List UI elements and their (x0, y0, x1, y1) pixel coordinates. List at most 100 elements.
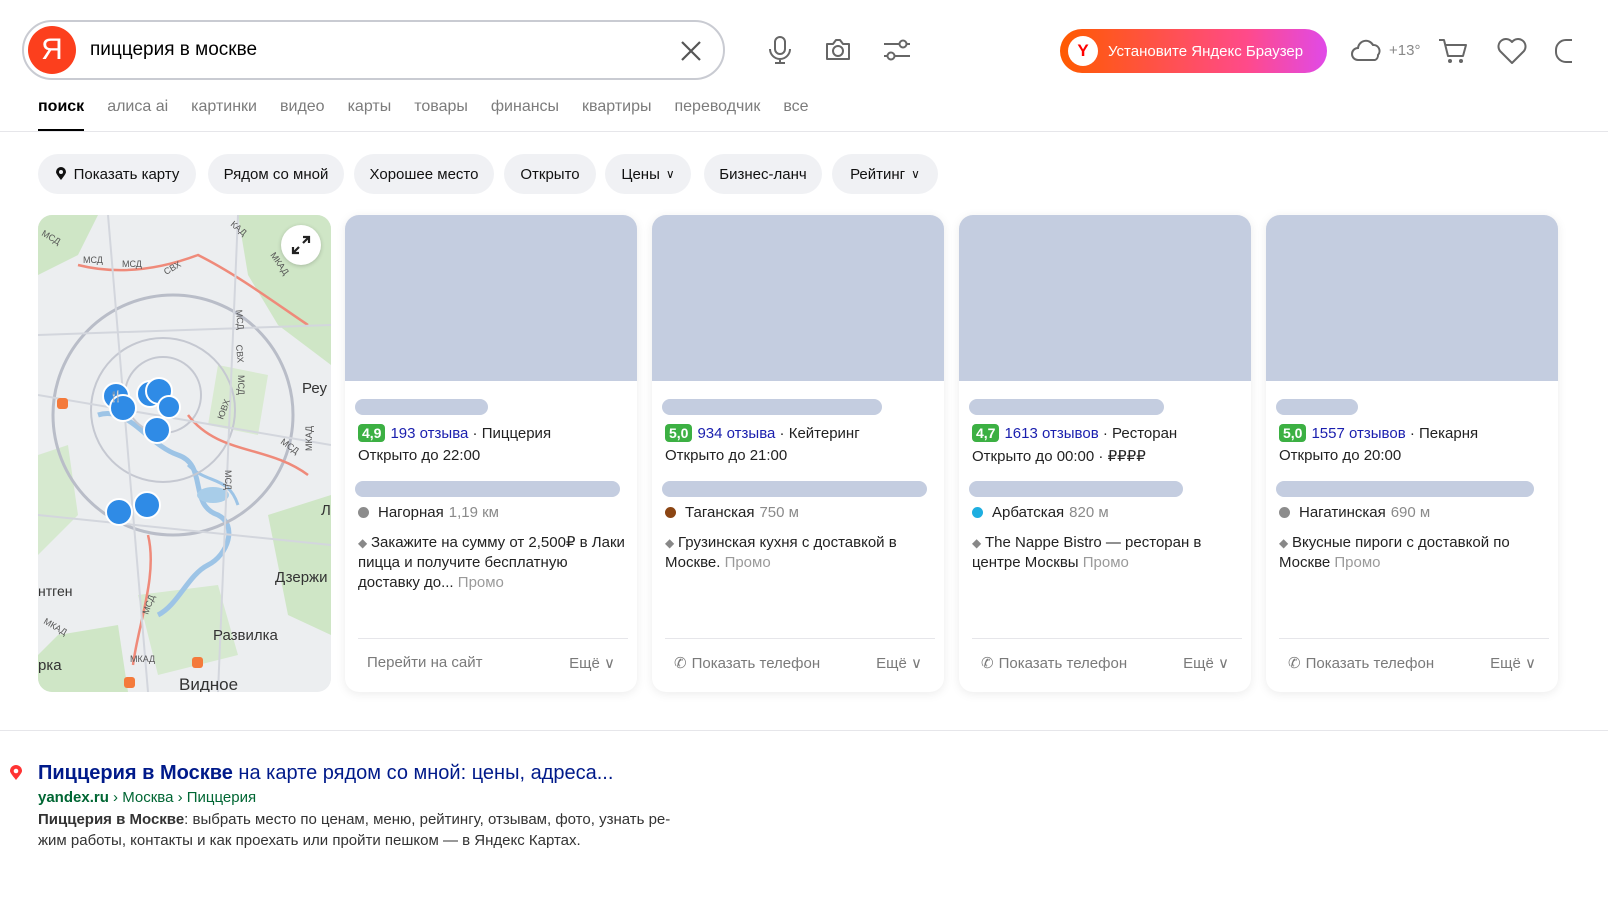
filter-nearby[interactable]: Рядом со мной (208, 154, 344, 194)
clear-icon[interactable] (678, 38, 704, 64)
show-phone-button[interactable]: ✆ Показать телефон (1288, 654, 1435, 673)
more-button[interactable]: Ещё ∨ (1183, 654, 1229, 672)
cart-icon[interactable] (1437, 36, 1469, 66)
heart-icon[interactable] (1496, 36, 1528, 66)
show-phone-button[interactable]: ✆ Показать телефон (674, 654, 820, 673)
metro-distance: 820 м (1069, 504, 1109, 521)
result-url[interactable]: yandex.ru › Москва › Пиццерия (38, 789, 256, 806)
map-label: МКАД (130, 654, 155, 664)
chevron-down-icon: ∨ (911, 167, 920, 181)
result-domain[interactable]: yandex.ru (38, 789, 109, 806)
tab-video[interactable]: видео (280, 98, 325, 131)
promo-text[interactable]: ◆ The Nappe Bistro — ресторан в центре Мо… (972, 533, 1240, 573)
filter-label: Бизнес-ланч (719, 165, 807, 183)
tab-translator[interactable]: переводчик (674, 98, 760, 131)
go-to-site-button[interactable]: Перейти на сайт (367, 654, 483, 671)
search-input[interactable]: пиццерия в москве (90, 39, 257, 61)
reviews-link[interactable]: 1613 отзывов (1004, 425, 1098, 442)
place-photo[interactable] (652, 215, 944, 381)
more-button[interactable]: Ещё ∨ (1490, 654, 1536, 672)
install-browser-button[interactable]: Y Установите Яндекс Браузер (1060, 29, 1327, 73)
yandex-logo[interactable]: Я (28, 26, 76, 74)
tab-products[interactable]: товары (414, 98, 468, 131)
reviews-link[interactable]: 1557 отзывов (1311, 425, 1405, 442)
tab-finance[interactable]: финансы (491, 98, 559, 131)
weather-temperature[interactable]: +13° (1389, 42, 1420, 59)
filter-prices[interactable]: Цены ∨ (605, 154, 691, 194)
rating-badge: 5,0 (1279, 424, 1307, 442)
tag-icon: ◆ (665, 536, 675, 550)
place-photo[interactable] (1266, 215, 1558, 381)
more-button[interactable]: Ещё ∨ (569, 654, 615, 672)
metro-name: Таганская (685, 504, 755, 521)
action-label: Показать телефон (998, 654, 1128, 672)
place-card[interactable]: 4,7 1613 отзывов · Ресторан Открыто до 00… (959, 215, 1251, 692)
metro-line-icon (358, 507, 369, 518)
place-photo[interactable] (959, 215, 1251, 381)
microphone-icon[interactable] (764, 34, 796, 66)
promo-text[interactable]: ◆ Вкусные пироги с доставкой по Москве Пр… (1279, 533, 1547, 573)
reviews-link[interactable]: 193 отзыва (390, 425, 468, 442)
promo-label: Промо (457, 574, 504, 591)
title-placeholder (355, 399, 488, 415)
place-photo[interactable] (345, 215, 637, 381)
filter-rating[interactable]: Рейтинг ∨ (832, 154, 938, 194)
card-divider (665, 638, 935, 639)
profile-icon[interactable] (1552, 36, 1572, 66)
opening-hours: Открыто до 22:00 (358, 447, 481, 464)
tab-maps[interactable]: карты (348, 98, 392, 131)
metro-line-icon (972, 507, 983, 518)
promo-text[interactable]: ◆ Грузинская кухня с доставкой в Москве. … (665, 533, 933, 573)
metro-name: Нагорная (378, 504, 444, 521)
rating-badge: 5,0 (665, 424, 693, 442)
filter-business-lunch[interactable]: Бизнес-ланч (704, 154, 822, 194)
result-path[interactable]: › Москва › Пиццерия (109, 789, 256, 806)
promo-label: Промо (724, 554, 771, 571)
tab-search[interactable]: поиск (38, 98, 85, 131)
tab-all[interactable]: все (783, 98, 808, 131)
promo-text[interactable]: ◆ Закажите на сумму от 2,500₽ в Лаки пицц… (358, 533, 626, 593)
tag-icon: ◆ (972, 536, 982, 550)
tab-apartments[interactable]: квартиры (582, 98, 651, 131)
tab-alice[interactable]: алиса ai (107, 98, 168, 131)
place-card[interactable]: 5,0 934 отзыва · Кейтеринг Открыто до 21:… (652, 215, 944, 692)
place-card[interactable]: 4,9 193 отзыва · Пиццерия Открыто до 22:0… (345, 215, 637, 692)
metro-info: Арбатская 820 м (972, 504, 1109, 521)
tab-images[interactable]: картинки (191, 98, 257, 131)
place-category: Кейтеринг (788, 425, 860, 442)
search-box[interactable]: Я пиццерия в москве (22, 20, 725, 80)
map-label: рка (38, 657, 62, 674)
cloud-icon[interactable] (1350, 36, 1384, 64)
filter-show-map[interactable]: Показать карту (38, 154, 196, 194)
camera-search-icon[interactable] (822, 34, 854, 66)
show-phone-button[interactable]: ✆ Показать телефон (981, 654, 1128, 673)
place-category: Пиццерия (481, 425, 552, 442)
reviews-link[interactable]: 934 отзыва (697, 425, 775, 442)
filter-label: Хорошее место (369, 165, 479, 183)
map-label: СВХ (234, 344, 246, 363)
map-expand-button[interactable] (281, 225, 321, 265)
filter-open[interactable]: Открыто (504, 154, 596, 194)
expand-icon (291, 235, 311, 255)
map-preview[interactable]: 🍴 МСД МСД МСД СВХ КАД МКАД МСД СВХ МСД Ю… (38, 215, 331, 692)
address-placeholder (355, 481, 620, 497)
map-label: МСД (236, 375, 246, 395)
map-canvas[interactable]: 🍴 МСД МСД МСД СВХ КАД МКАД МСД СВХ МСД Ю… (38, 215, 331, 692)
title-placeholder (969, 399, 1164, 415)
rating-line: 5,0 934 отзыва · Кейтеринг (665, 424, 860, 442)
more-label: Ещё (1490, 655, 1521, 672)
filter-good-place[interactable]: Хорошее место (354, 154, 494, 194)
address-placeholder (969, 481, 1183, 497)
action-label: Показать телефон (1305, 654, 1435, 672)
chevron-down-icon: ∨ (604, 655, 615, 672)
place-card[interactable]: 5,0 1557 отзывов · Пекарня Открыто до 20:… (1266, 215, 1558, 692)
title-placeholder (1276, 399, 1358, 415)
metro-info: Нагатинская 690 м (1279, 504, 1430, 521)
phone-icon: ✆ (674, 655, 687, 672)
result-title-link[interactable]: Пиццерия в Москве на карте рядом со мной… (38, 762, 613, 785)
settings-sliders-icon[interactable] (881, 34, 913, 66)
map-label: МСД (223, 470, 233, 490)
more-button[interactable]: Ещё ∨ (876, 654, 922, 672)
svg-text:🍴: 🍴 (109, 390, 123, 403)
card-divider (358, 638, 628, 639)
